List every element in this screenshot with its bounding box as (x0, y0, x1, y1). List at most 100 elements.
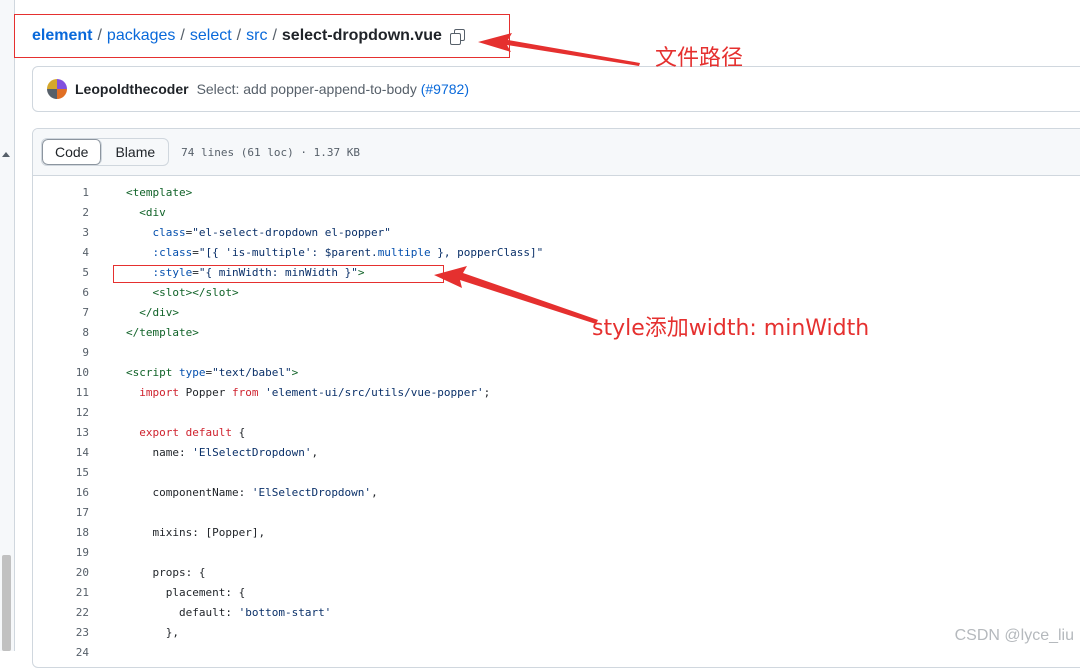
breadcrumb-separator: / (236, 27, 242, 44)
scroll-up-arrow-icon[interactable] (2, 152, 10, 157)
line-number[interactable]: 23 (33, 623, 89, 643)
code-token: <div (139, 206, 166, 219)
scrollbar-thumb[interactable] (2, 555, 11, 651)
line-content: :class="[{ 'is-multiple': $parent.multip… (126, 243, 544, 263)
code-token: placement: { (126, 586, 246, 599)
code-token: componentName: (126, 486, 252, 499)
commit-message[interactable]: Select: add popper-append-to-body (#9782… (197, 81, 469, 97)
code-line: 6 <slot></slot> (33, 283, 1080, 303)
line-number[interactable]: 10 (33, 363, 89, 383)
tab-blame[interactable]: Blame (102, 139, 168, 165)
code-token: import (139, 386, 179, 399)
code-token: default (185, 426, 232, 439)
code-line: 9 (33, 343, 1080, 363)
breadcrumb: element / packages / select / src / sele… (14, 14, 510, 58)
line-number[interactable]: 2 (33, 203, 89, 223)
annotation-file-path: 文件路径 (655, 46, 744, 71)
line-number[interactable]: 5 (33, 263, 89, 283)
code-line: 16 componentName: 'ElSelectDropdown', (33, 483, 1080, 503)
code-line: 13 export default { (33, 423, 1080, 443)
code-token: multiple (377, 246, 431, 259)
code-line: 19 (33, 543, 1080, 563)
commit-author[interactable]: Leopoldthecoder (75, 81, 189, 97)
code-token: <script (126, 366, 173, 379)
view-toggle: Code Blame (41, 138, 170, 166)
line-number[interactable]: 13 (33, 423, 89, 443)
line-number[interactable]: 15 (33, 463, 89, 483)
code-token: 'ElSelectDropdown' (192, 446, 312, 459)
code-token: "[{ 'is-multiple': $parent. (198, 246, 378, 259)
line-number[interactable]: 3 (33, 223, 89, 243)
line-number[interactable]: 22 (33, 603, 89, 623)
breadcrumb-item-element[interactable]: element (32, 27, 92, 45)
code-line: 24 (33, 643, 1080, 663)
line-content: default: 'bottom-start' (126, 603, 331, 623)
code-token: }, popperClass]" (430, 246, 544, 259)
line-content: placement: { (126, 583, 245, 603)
highlight-box-style-line (113, 265, 444, 283)
code-line: 11 import Popper from 'element-ui/src/ut… (33, 383, 1080, 403)
avatar[interactable] (47, 79, 67, 99)
code-token: 'element-ui/src/utils/vue-popper' (265, 386, 484, 399)
code-token: Popper (179, 386, 232, 399)
code-line: 3 class="el-select-dropdown el-popper" (33, 223, 1080, 243)
line-number[interactable]: 18 (33, 523, 89, 543)
line-number[interactable]: 12 (33, 403, 89, 423)
breadcrumb-item-src[interactable]: src (246, 27, 267, 45)
line-content: import Popper from 'element-ui/src/utils… (126, 383, 490, 403)
breadcrumb-current-file: select-dropdown.vue (281, 27, 442, 44)
code-token: "el-select-dropdown el-popper" (192, 226, 391, 239)
line-content: <template> (126, 183, 192, 203)
breadcrumb-item-packages[interactable]: packages (107, 27, 176, 45)
code-line: 12 (33, 403, 1080, 423)
code-token: from (231, 386, 259, 399)
breadcrumb-item-select[interactable]: select (190, 27, 232, 45)
pr-link[interactable]: (#9782) (421, 81, 469, 97)
code-line: 17 (33, 503, 1080, 523)
line-content: <div (126, 203, 166, 223)
line-number[interactable]: 6 (33, 283, 89, 303)
line-number[interactable]: 4 (33, 243, 89, 263)
line-number[interactable]: 14 (33, 443, 89, 463)
file-header: Code Blame 74 lines (61 loc) · 1.37 KB (33, 129, 1080, 176)
line-number[interactable]: 11 (33, 383, 89, 403)
line-number[interactable]: 17 (33, 503, 89, 523)
line-content: }, (126, 623, 179, 643)
line-number[interactable]: 1 (33, 183, 89, 203)
line-number[interactable]: 20 (33, 563, 89, 583)
code-token: 'bottom-start' (238, 606, 332, 619)
tab-code[interactable]: Code (42, 139, 103, 165)
code-listing: 1 <template> 2 <div 3 class="el-select-drop… (33, 183, 1080, 663)
file-viewer: Code Blame 74 lines (61 loc) · 1.37 KB 1… (32, 128, 1080, 668)
left-scroll-rail[interactable] (0, 0, 15, 651)
code-line: 15 (33, 463, 1080, 483)
code-token: name: (126, 446, 193, 459)
line-number[interactable]: 8 (33, 323, 89, 343)
line-number[interactable]: 24 (33, 643, 89, 663)
code-token: { (231, 426, 246, 439)
line-number[interactable]: 7 (33, 303, 89, 323)
line-number[interactable]: 19 (33, 543, 89, 563)
code-line: 14 name: 'ElSelectDropdown', (33, 443, 1080, 463)
copy-path-icon[interactable] (449, 28, 466, 45)
code-line: 18 mixins: [Popper], (33, 523, 1080, 543)
line-number[interactable]: 9 (33, 343, 89, 363)
line-content: name: 'ElSelectDropdown', (126, 443, 318, 463)
code-token: ; (483, 386, 491, 399)
code-line: 20 props: { (33, 563, 1080, 583)
code-line: 10 <script type="text/babel"> (33, 363, 1080, 383)
code-line: 22 default: 'bottom-start' (33, 603, 1080, 623)
line-number[interactable]: 16 (33, 483, 89, 503)
line-number[interactable]: 21 (33, 583, 89, 603)
line-content: props: { (126, 563, 205, 583)
code-token: :class (152, 246, 193, 259)
code-line: 1 <template> (33, 183, 1080, 203)
code-token: = (192, 246, 199, 259)
